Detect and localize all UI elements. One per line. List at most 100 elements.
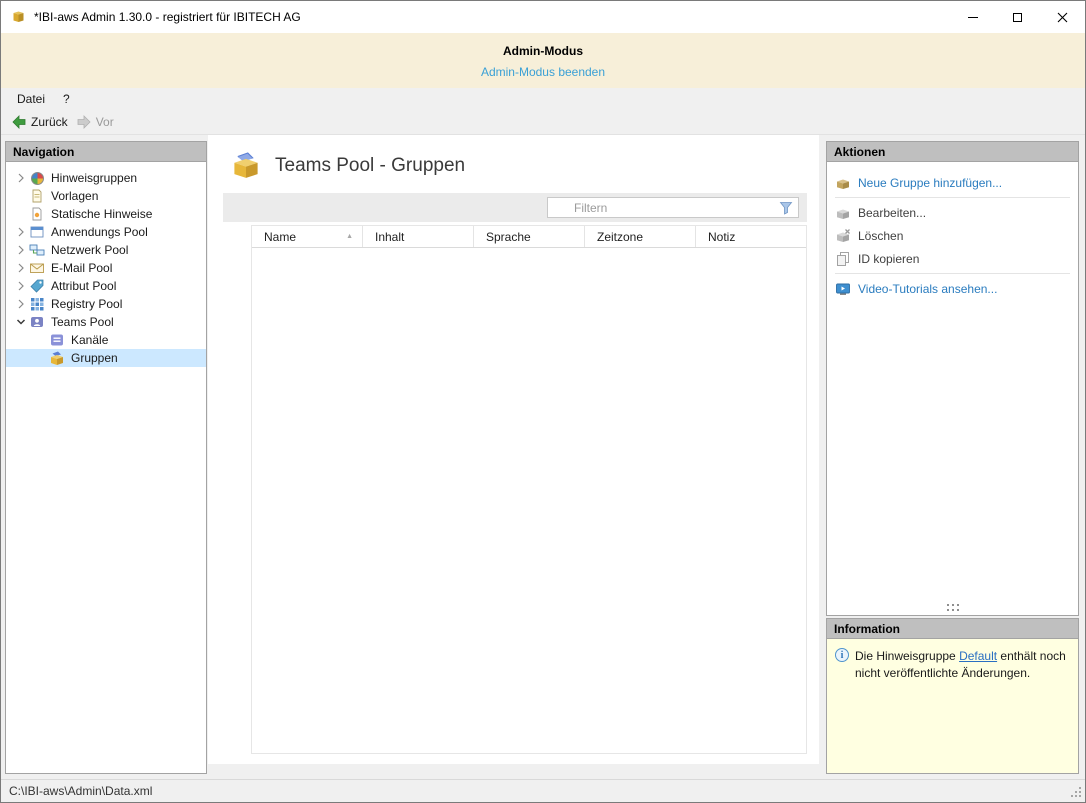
sidebar-item-statische-hinweise[interactable]: Statische Hinweise (6, 205, 206, 223)
sidebar-item-netzwerk-pool[interactable]: Netzwerk Pool (6, 241, 206, 259)
information-body: Die Hinweisgruppe Default enthält noch n… (827, 639, 1078, 773)
action-label: Neue Gruppe hinzufügen... (858, 175, 1003, 190)
statische-hinweise-icon (29, 206, 45, 222)
forward-arrow-icon (77, 114, 91, 129)
maximize-button[interactable] (995, 2, 1040, 33)
anwendungs-pool-icon (29, 224, 45, 240)
content-area: Navigation Hinweisgruppen Vorlagen Stati… (1, 135, 1085, 779)
titlebar: *IBI-aws Admin 1.30.0 - registriert für … (1, 1, 1085, 33)
sidebar-item-label: Attribut Pool (51, 279, 117, 293)
maximize-icon (1013, 12, 1022, 22)
chevron-down-icon[interactable] (12, 314, 29, 330)
actions-separator (835, 273, 1070, 274)
edit-icon (835, 205, 851, 221)
menu-datei[interactable]: Datei (8, 90, 54, 108)
column-header-notiz[interactable]: Notiz (696, 226, 806, 247)
panel-resize-grip[interactable] (827, 604, 1078, 615)
chevron-right-icon[interactable] (12, 296, 29, 312)
sidebar-item-registry-pool[interactable]: Registry Pool (6, 295, 206, 313)
copy-id-icon (835, 251, 851, 267)
gruppen-icon (49, 350, 65, 366)
sidebar-item-teams-pool[interactable]: Teams Pool (6, 313, 206, 331)
table-body-empty[interactable] (252, 248, 806, 753)
navigation-header: Navigation (6, 142, 206, 162)
forward-button[interactable]: Vor (74, 112, 120, 132)
info-icon (835, 648, 849, 662)
filter-funnel-icon[interactable] (779, 201, 793, 218)
action-label: ID kopieren (858, 251, 920, 266)
close-button[interactable] (1040, 2, 1085, 33)
sidebar-item-label: Netzwerk Pool (51, 243, 129, 257)
actions-panel: Aktionen Neue Gruppe hinzufügen... Bearb… (826, 141, 1079, 616)
page-title: Teams Pool - Gruppen (275, 155, 466, 176)
column-header-inhalt[interactable]: Inhalt (363, 226, 474, 247)
default-group-link[interactable]: Default (959, 649, 997, 663)
kanaele-icon (49, 332, 65, 348)
video-tutorials-icon (835, 281, 851, 297)
sidebar-item-label: Anwendungs Pool (51, 225, 148, 239)
column-header-sprache[interactable]: Sprache (474, 226, 585, 247)
navigation-panel: Navigation Hinweisgruppen Vorlagen Stati… (5, 141, 207, 774)
vorlagen-icon (29, 188, 45, 204)
column-header-name[interactable]: Name ▲ (252, 226, 363, 247)
action-label: Bearbeiten... (858, 205, 927, 220)
sidebar-item-label: E-Mail Pool (51, 261, 113, 275)
sidebar-item-label: Teams Pool (51, 315, 114, 329)
filter-input[interactable] (548, 198, 798, 217)
groups-table: Name ▲ Inhalt Sprache Zeitzone Notiz (251, 225, 807, 754)
sidebar-item-vorlagen[interactable]: Vorlagen (6, 187, 206, 205)
back-button[interactable]: Zurück (9, 112, 74, 132)
window-resize-grip[interactable] (1069, 785, 1083, 802)
menubar: Datei ? (1, 88, 1085, 109)
action-new-group[interactable]: Neue Gruppe hinzufügen... (827, 171, 1078, 194)
sidebar-item-email-pool[interactable]: E-Mail Pool (6, 259, 206, 277)
app-icon (10, 9, 27, 25)
toolbar: Zurück Vor (1, 109, 1085, 135)
sidebar-item-kanaele[interactable]: Kanäle (6, 331, 206, 349)
table-header-row: Name ▲ Inhalt Sprache Zeitzone Notiz (252, 226, 806, 248)
minimize-button[interactable] (950, 2, 995, 33)
information-header: Information (827, 619, 1078, 639)
admin-mode-title: Admin-Modus (503, 44, 583, 58)
sidebar-item-anwendungs-pool[interactable]: Anwendungs Pool (6, 223, 206, 241)
action-copy-id[interactable]: ID kopieren (827, 247, 1078, 270)
actions-separator (835, 197, 1070, 198)
chevron-right-icon[interactable] (12, 278, 29, 294)
teams-pool-icon (29, 314, 45, 330)
action-delete[interactable]: Löschen (827, 224, 1078, 247)
back-arrow-icon (12, 114, 26, 129)
menu-help[interactable]: ? (54, 90, 79, 108)
statusbar-path: C:\IBI-aws\Admin\Data.xml (9, 784, 153, 798)
add-group-icon (835, 175, 851, 191)
admin-mode-exit-link[interactable]: Admin-Modus beenden (1, 65, 1085, 79)
information-panel: Information Die Hinweisgruppe Default en… (826, 618, 1079, 774)
sidebar-item-hinweisgruppen[interactable]: Hinweisgruppen (6, 169, 206, 187)
action-edit[interactable]: Bearbeiten... (827, 201, 1078, 224)
minimize-icon (967, 16, 978, 18)
action-label: Löschen (858, 228, 904, 243)
action-video-tutorials[interactable]: Video-Tutorials ansehen... (827, 277, 1078, 300)
back-label: Zurück (31, 114, 68, 129)
hinweisgruppen-icon (29, 170, 45, 186)
forward-label: Vor (95, 114, 114, 129)
sidebar-item-gruppen[interactable]: Gruppen (6, 349, 206, 367)
sidebar-item-label: Vorlagen (51, 189, 99, 203)
sidebar-item-label: Gruppen (71, 351, 118, 365)
chevron-right-icon[interactable] (12, 224, 29, 240)
chevron-right-icon[interactable] (12, 260, 29, 276)
sidebar-item-attribut-pool[interactable]: Attribut Pool (6, 277, 206, 295)
sort-ascending-icon: ▲ (346, 233, 353, 240)
email-pool-icon (29, 260, 45, 276)
registry-pool-icon (29, 296, 45, 312)
right-column: Aktionen Neue Gruppe hinzufügen... Bearb… (826, 141, 1079, 774)
chevron-right-icon[interactable] (12, 170, 29, 186)
chevron-right-icon[interactable] (12, 242, 29, 258)
page-title-row: Teams Pool - Gruppen (208, 135, 819, 193)
sidebar-item-label: Hinweisgruppen (51, 171, 138, 185)
column-header-zeitzone[interactable]: Zeitzone (585, 226, 696, 247)
sidebar-item-label: Registry Pool (51, 297, 123, 311)
